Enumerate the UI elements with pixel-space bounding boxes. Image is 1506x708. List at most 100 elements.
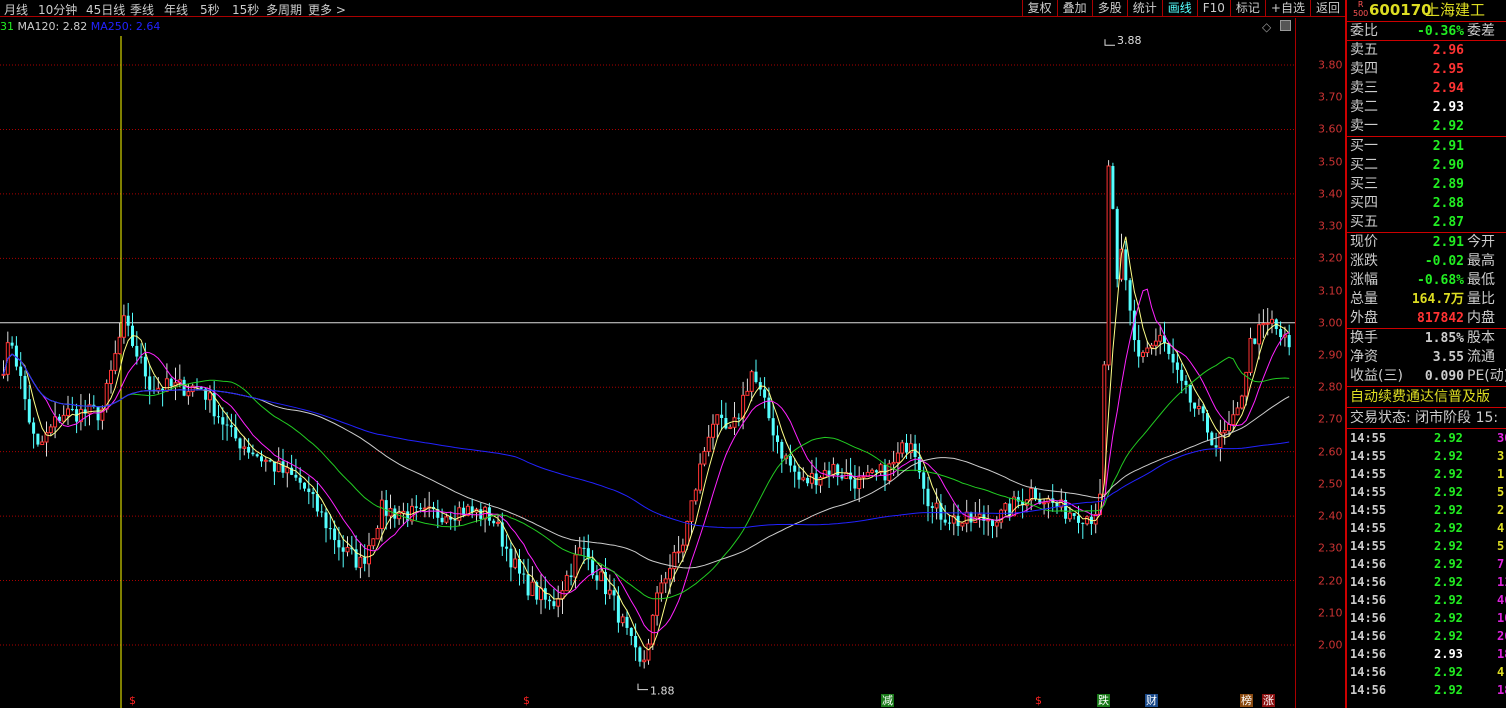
event-marker[interactable]: $ (1034, 694, 1043, 707)
candle-body (693, 489, 698, 502)
candle-body (242, 446, 247, 449)
quote-panel: R 500 600170 上海建工 委比 -0.36% 委差 卖五 2.96 卖四 2.95… (1345, 0, 1506, 708)
candle-body (680, 544, 685, 553)
candle-body (698, 463, 703, 491)
tick-price: 2.92 (1434, 485, 1463, 499)
candle-body (419, 507, 423, 509)
tool-button-1[interactable]: 叠加 (1056, 0, 1092, 17)
period-1[interactable]: 10分钟 (38, 1, 77, 18)
tick-time: 14:55 (1350, 449, 1387, 463)
row-right-label: 今开 (1467, 234, 1495, 250)
row-value: 0.090 (1424, 369, 1464, 384)
tick-volume: 4 (1497, 665, 1505, 679)
tick-price: 2.92 (1434, 467, 1463, 481)
row-value: 164.7万 (1411, 292, 1464, 307)
candle-body (930, 506, 934, 508)
candle-body (367, 545, 371, 565)
tool-button-0[interactable]: 复权 (1021, 0, 1057, 17)
stats1-row: 涨跌 -0.02 最高 (1347, 252, 1506, 271)
row-label: 总量 (1350, 291, 1378, 307)
tool-button-7[interactable]: +自选 (1264, 0, 1310, 17)
candle-body (582, 547, 586, 549)
asks-row: 卖五 2.96 (1347, 41, 1506, 60)
event-marker[interactable]: 涨 (1262, 694, 1275, 707)
row-value: 2.92 (1432, 119, 1464, 134)
row-value: 2.94 (1432, 81, 1464, 96)
y-tick-label: 3.00 (1318, 316, 1343, 330)
tool-button-3[interactable]: 统计 (1126, 0, 1162, 17)
tick-row: 14:55 2.92 3 (1347, 447, 1506, 465)
candle-body (1077, 515, 1080, 523)
candle-body (371, 538, 376, 547)
candle-body (607, 589, 612, 595)
candle-body (793, 465, 797, 472)
candle-body (616, 595, 620, 623)
row-right-label: 内盘 (1467, 310, 1495, 326)
notice-link[interactable]: 自动续费通达信普及版 (1347, 386, 1506, 407)
candle-body (595, 575, 599, 581)
candle-body (247, 446, 251, 453)
ma30-line (3, 353, 1290, 600)
axis-divider (1295, 18, 1296, 708)
trade-status: 交易状态: 闭市阶段 15: (1347, 407, 1506, 428)
row-right-label: 流通 (1467, 349, 1495, 365)
period-4[interactable]: 年线 (164, 1, 188, 18)
event-marker[interactable]: 财 (1145, 694, 1158, 707)
candle-body (27, 399, 31, 423)
period-3[interactable]: 季线 (130, 1, 154, 18)
candle-body (324, 512, 328, 529)
candle-body (32, 422, 36, 434)
candle-body (711, 423, 715, 438)
tick-time: 14:56 (1350, 683, 1387, 697)
tick-time: 14:56 (1350, 557, 1387, 571)
candle-body (874, 470, 878, 473)
tick-time: 14:55 (1350, 467, 1387, 481)
period-8[interactable]: 更多 > (308, 1, 346, 18)
row-label: 卖四 (1350, 61, 1378, 77)
event-marker[interactable]: 跌 (1097, 694, 1110, 707)
candle-body (763, 389, 767, 398)
candle-body (599, 571, 604, 582)
tick-row: 14:55 2.92 5 (1347, 483, 1506, 501)
badge: R 500 (1353, 0, 1369, 18)
tool-button-6[interactable]: 标记 (1229, 0, 1265, 17)
tick-price: 2.92 (1434, 449, 1463, 463)
row-label: 换手 (1350, 330, 1378, 346)
period-0[interactable]: 月线 (4, 1, 28, 18)
tick-row: 14:55 2.92 4 (1347, 519, 1506, 537)
period-5[interactable]: 5秒 (200, 1, 220, 18)
tick-volume: 18 (1497, 647, 1506, 661)
tick-volume: 2 (1497, 503, 1505, 517)
period-7[interactable]: 多周期 (266, 1, 302, 18)
period-6[interactable]: 15秒 (232, 1, 259, 18)
candle-body (1115, 208, 1119, 280)
event-marker[interactable]: $ (522, 694, 531, 707)
candle-body (281, 461, 285, 473)
tick-volume: 26 (1497, 629, 1506, 643)
stock-code: 600170 (1369, 1, 1432, 19)
event-marker[interactable]: 减 (881, 694, 894, 707)
candle-body (225, 424, 229, 426)
tick-time: 14:56 (1350, 593, 1387, 607)
tick-row: 14:56 2.92 10 (1347, 609, 1506, 627)
tool-button-2[interactable]: 多股 (1091, 0, 1127, 17)
row-value: -0.68% (1417, 273, 1464, 288)
stats1-row: 现价 2.91 今开 (1347, 233, 1506, 252)
candle-body (1184, 380, 1188, 386)
candle-body (303, 482, 306, 489)
candle-body (977, 513, 982, 518)
candle-body (1253, 338, 1257, 344)
bids-row: 买四 2.88 (1347, 194, 1506, 213)
candle-body (285, 467, 290, 474)
event-marker[interactable]: $ (128, 694, 137, 707)
candle-body (1231, 414, 1236, 425)
period-2[interactable]: 45日线 (86, 1, 125, 18)
tool-button-5[interactable]: F10 (1196, 0, 1230, 17)
candle-body (1153, 340, 1158, 346)
tool-button-4[interactable]: 画线 (1161, 0, 1197, 17)
event-marker[interactable]: 榜 (1240, 694, 1253, 707)
tool-button-8[interactable]: 返回 (1309, 0, 1345, 17)
kline-chart[interactable]: 3.88 1.88 (0, 18, 1295, 708)
candle-body (1248, 337, 1253, 373)
candle-body (1124, 249, 1128, 281)
